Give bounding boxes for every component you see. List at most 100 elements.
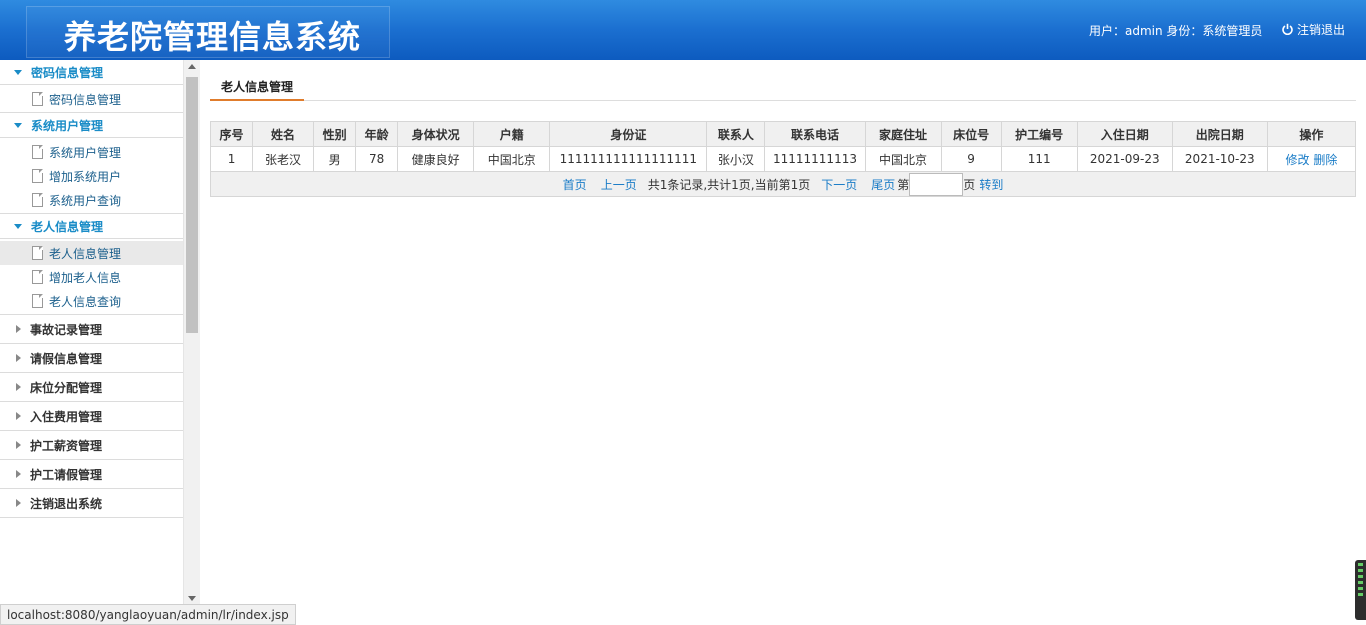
sidebar-item-label: 老人信息管理 — [49, 246, 122, 261]
column-header: 入住日期 — [1076, 121, 1173, 147]
sidebar-sublist: 老人信息管理 增加老人信息 老人信息查询 — [0, 239, 183, 315]
file-icon — [32, 270, 43, 284]
caret-down-icon — [14, 122, 22, 128]
sidebar-group-caregiver-leave[interactable]: 护工请假管理 — [0, 460, 183, 489]
scrollbar-thumb[interactable] — [186, 77, 198, 333]
sidebar-group-leave[interactable]: 请假信息管理 — [0, 344, 183, 373]
table-cell: 健康良好 — [397, 146, 475, 172]
logout-label: 注销退出 — [1297, 23, 1346, 37]
sidebar-item-elderly-add[interactable]: 增加老人信息 — [0, 265, 183, 289]
next-page-link[interactable]: 下一页 — [821, 176, 857, 193]
sidebar-sublist: 系统用户管理 增加系统用户 系统用户查询 — [0, 138, 183, 214]
delete-link[interactable]: 删除 — [1313, 153, 1337, 167]
sidebar-group-label: 事故记录管理 — [30, 322, 103, 337]
page-suffix: 页 — [963, 177, 976, 192]
first-page-link[interactable]: 首页 — [563, 176, 587, 193]
caret-right-icon — [16, 441, 21, 449]
caret-right-icon — [16, 470, 21, 478]
caret-right-icon — [16, 354, 21, 362]
column-header: 年龄 — [355, 121, 399, 147]
sidebar-group-label: 护工薪资管理 — [30, 438, 103, 453]
sidebar-item-label: 老人信息查询 — [49, 294, 122, 309]
caret-right-icon — [16, 325, 21, 333]
sidebar-group-label: 密码信息管理 — [31, 65, 104, 80]
sidebar-scrollbar[interactable] — [184, 60, 200, 605]
column-header: 户籍 — [473, 121, 551, 147]
sidebar-item-password-manage[interactable]: 密码信息管理 — [0, 87, 183, 111]
main-content: 老人信息管理 序号 姓名 性别 年龄 身体状况 户籍 身份证 联系人 联系电话 … — [209, 60, 1357, 605]
sidebar-item-user-add[interactable]: 增加系统用户 — [0, 164, 183, 188]
sidebar-sublist: 密码信息管理 — [0, 85, 183, 113]
sidebar-group-beds[interactable]: 床位分配管理 — [0, 373, 183, 402]
sidebar-group-accidents[interactable]: 事故记录管理 — [0, 315, 183, 344]
sidebar-group-fees[interactable]: 入住费用管理 — [0, 402, 183, 431]
table-cell: 中国北京 — [473, 146, 551, 172]
sidebar-item-label: 系统用户管理 — [49, 145, 122, 160]
sidebar-group-password[interactable]: 密码信息管理 — [0, 60, 183, 85]
caret-right-icon — [16, 412, 21, 420]
sidebar-group-label: 床位分配管理 — [30, 380, 103, 395]
sidebar-group-elderly[interactable]: 老人信息管理 — [0, 214, 183, 239]
sidebar-item-label: 系统用户查询 — [49, 193, 122, 208]
sidebar-group-label: 护工请假管理 — [30, 467, 103, 482]
file-icon — [32, 92, 43, 106]
go-to-page-link[interactable]: 转到 — [979, 176, 1003, 193]
scroll-down-arrow-icon[interactable] — [188, 596, 196, 601]
file-icon — [32, 246, 43, 260]
pager-cell: 首页 上一页 共1条记录,共计1页,当前第1页 下一页 尾页 第 页 转到 — [210, 171, 1356, 197]
table-cell-actions: 修改 删除 — [1266, 146, 1357, 172]
file-icon — [32, 294, 43, 308]
sidebar-group-label: 老人信息管理 — [31, 219, 104, 234]
file-icon — [32, 145, 43, 159]
prev-page-link[interactable]: 上一页 — [601, 176, 637, 193]
power-icon — [1282, 23, 1293, 35]
sidebar-group-salary[interactable]: 护工薪资管理 — [0, 431, 183, 460]
tab-bar: 老人信息管理 — [210, 76, 1356, 101]
sidebar-group-label: 注销退出系统 — [30, 496, 103, 511]
table-cell: 111 — [1000, 146, 1078, 172]
tab-elderly-manage[interactable]: 老人信息管理 — [210, 76, 305, 101]
column-header: 家庭住址 — [864, 121, 942, 147]
sidebar-item-label: 增加系统用户 — [49, 169, 122, 184]
page-number-input[interactable] — [909, 172, 964, 196]
caret-right-icon — [16, 383, 21, 391]
browser-status-bar: localhost:8080/yanglaoyuan/admin/lr/inde… — [0, 604, 296, 625]
sidebar-item-elderly-manage[interactable]: 老人信息管理 — [0, 241, 183, 265]
file-icon — [32, 193, 43, 207]
table-cell: 9 — [940, 146, 1002, 172]
sidebar-item-label: 密码信息管理 — [49, 92, 122, 107]
file-icon — [32, 169, 43, 183]
sidebar-item-elderly-query[interactable]: 老人信息查询 — [0, 289, 183, 313]
side-widget[interactable] — [1355, 560, 1366, 620]
page-prefix: 第 — [897, 177, 910, 192]
sidebar-group-system-users[interactable]: 系统用户管理 — [0, 113, 183, 138]
edit-link[interactable]: 修改 — [1285, 153, 1309, 167]
column-header: 性别 — [313, 121, 357, 147]
column-header: 姓名 — [252, 121, 315, 147]
scroll-up-arrow-icon[interactable] — [188, 64, 196, 69]
table-cell: 张小汉 — [706, 146, 766, 172]
table-header-row: 序号 姓名 性别 年龄 身体状况 户籍 身份证 联系人 联系电话 家庭住址 床位… — [209, 121, 1357, 147]
logout-button[interactable]: 注销退出 — [1281, 21, 1345, 38]
elderly-table: 序号 姓名 性别 年龄 身体状况 户籍 身份证 联系人 联系电话 家庭住址 床位… — [209, 121, 1357, 197]
sidebar-item-user-query[interactable]: 系统用户查询 — [0, 188, 183, 212]
sidebar-group-label: 入住费用管理 — [30, 409, 103, 424]
app-title: 养老院管理信息系统 — [64, 18, 362, 56]
sidebar-group-label: 系统用户管理 — [31, 118, 104, 133]
sidebar-item-user-manage[interactable]: 系统用户管理 — [0, 140, 183, 164]
table-cell: 111111111111111111 — [549, 146, 708, 172]
column-header: 出院日期 — [1171, 121, 1268, 147]
column-header: 护工编号 — [1000, 121, 1078, 147]
table-cell: 1 — [209, 146, 254, 172]
table-cell: 张老汉 — [252, 146, 315, 172]
table-cell: 2021-09-23 — [1076, 146, 1173, 172]
caret-down-icon — [14, 223, 22, 229]
pager: 首页 上一页 共1条记录,共计1页,当前第1页 下一页 尾页 第 页 转到 — [211, 172, 1355, 196]
column-header: 联系人 — [706, 121, 766, 147]
column-header: 身体状况 — [397, 121, 475, 147]
pager-row: 首页 上一页 共1条记录,共计1页,当前第1页 下一页 尾页 第 页 转到 — [210, 171, 1356, 197]
last-page-link[interactable]: 尾页 — [871, 176, 895, 193]
table-cell: 男 — [313, 146, 357, 172]
sidebar-group-label: 请假信息管理 — [30, 351, 103, 366]
sidebar-group-logout[interactable]: 注销退出系统 — [0, 489, 183, 518]
